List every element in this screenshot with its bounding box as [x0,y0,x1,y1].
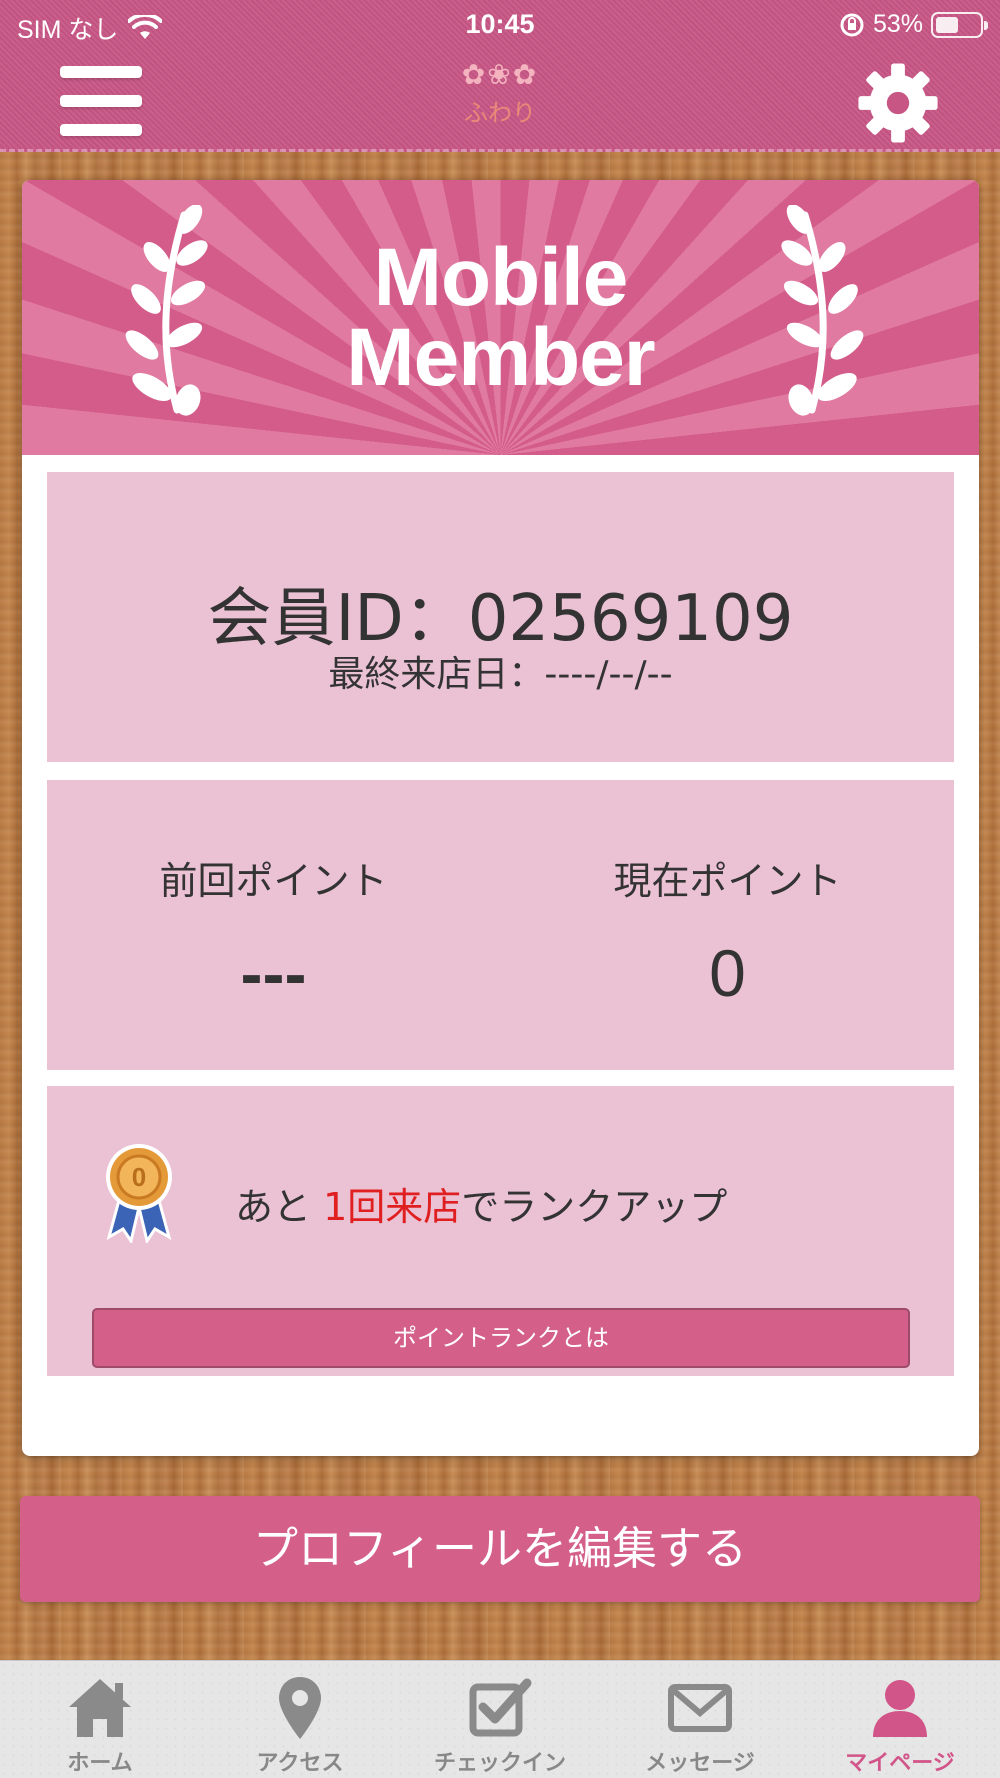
svg-text:0: 0 [132,1162,146,1192]
battery-icon [931,11,988,38]
flower-logo-icon: ✿❀✿ [461,58,539,91]
member-card: Mobile Member 会員ID：02569109 最終来店日：----/-… [22,180,979,1456]
current-points: 現在ポイント 0 [501,850,954,1011]
current-points-value: 0 [709,936,746,1010]
battery-percent: 53% [872,10,923,38]
checkbox-icon [469,1678,532,1737]
status-bar: SIM なし 10:45 53% [0,0,1000,50]
current-points-label: 現在ポイント [613,859,842,903]
rank-prefix: あと [235,1185,324,1229]
status-right: 53% [839,10,988,39]
rotation-lock-icon [840,13,864,36]
rank-suffix: でランクアップ [461,1185,728,1229]
previous-points-label: 前回ポイント [159,859,388,903]
tab-access[interactable]: アクセス [200,1661,400,1778]
gear-icon[interactable] [855,60,941,146]
tab-checkin[interactable]: チェックイン [400,1661,600,1778]
tab-message[interactable]: メッセージ [600,1661,800,1778]
tab-home[interactable]: ホーム [0,1661,200,1778]
tab-mypage[interactable]: マイページ [800,1661,1000,1778]
member-banner: Mobile Member [22,180,979,455]
home-icon [69,1679,131,1737]
mail-icon [668,1684,732,1732]
rank-panel: 0 あと 1回来店でランクアップ ポイントランクとは [47,1086,954,1376]
rank-visits-needed: 1回来店 [323,1185,462,1229]
map-pin-icon [279,1677,321,1739]
previous-points-value: --- [240,936,307,1010]
tab-label: アクセス [256,1751,344,1776]
previous-points: 前回ポイント --- [47,850,500,1011]
edit-profile-button[interactable]: プロフィールを編集する [20,1496,980,1602]
tab-label: ホーム [67,1751,133,1776]
rank-up-message: あと 1回来店でランクアップ [235,1176,727,1231]
battery-level-fill [936,16,958,33]
app-logo: ✿❀✿ ふわり [440,58,560,128]
points-panel: 前回ポイント --- 現在ポイント 0 [47,780,954,1070]
tab-label: チェックイン [433,1751,566,1776]
person-icon [873,1680,927,1737]
member-id-panel: 会員ID：02569109 最終来店日：----/--/-- [47,472,954,762]
logo-text: ふわり [464,99,536,127]
tab-label: メッセージ [645,1751,755,1776]
hamburger-icon[interactable] [60,66,142,136]
point-rank-info-button[interactable]: ポイントランクとは [92,1308,910,1368]
medal-icon: 0 [106,1144,172,1243]
bottom-tab-bar: ホーム アクセス チェックイン メッセージ マイページ [0,1660,1000,1778]
last-visit-date: 最終来店日：----/--/-- [328,654,673,695]
tab-label: マイページ [845,1751,955,1776]
laurel-icon [781,205,864,416]
app-header: SIM なし 10:45 53% ✿❀✿ ふわり [0,0,1000,152]
